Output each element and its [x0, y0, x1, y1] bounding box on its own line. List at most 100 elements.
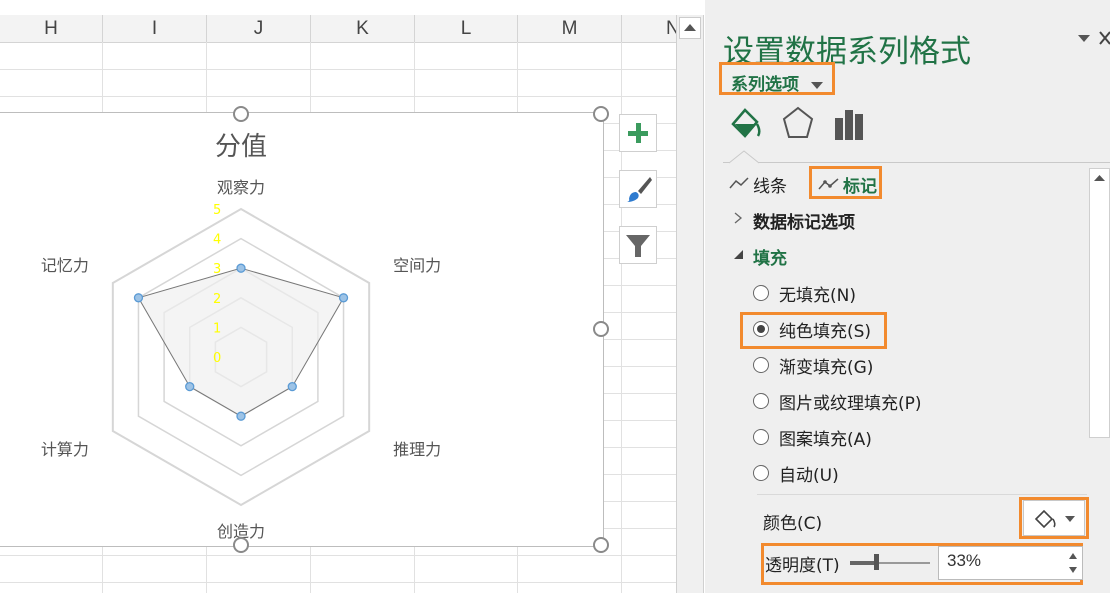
- column-header-n[interactable]: N: [622, 15, 676, 42]
- subtab-line-label: 线条: [753, 177, 787, 197]
- resize-handle-right[interactable]: [593, 321, 609, 337]
- series-options-dropdown[interactable]: 系列选项: [719, 62, 835, 95]
- fill-option-picture[interactable]: 图片或纹理填充(P): [753, 388, 993, 414]
- fill-option-label: 图片或纹理填充(P): [779, 394, 922, 414]
- pane-scrollbar[interactable]: [1089, 168, 1110, 438]
- radar-data-point: [236, 263, 246, 273]
- fill-option-none[interactable]: 无填充(N): [753, 280, 953, 306]
- fill-option-auto[interactable]: 自动(U): [753, 460, 953, 486]
- transparency-value: 33%: [947, 551, 982, 570]
- resize-handle-top-right[interactable]: [593, 106, 609, 122]
- radar-series-area: [137, 267, 345, 417]
- radio-button[interactable]: [753, 465, 769, 481]
- chart-filters-button[interactable]: [619, 226, 657, 264]
- paintbrush-icon: [627, 177, 652, 202]
- radio-button-selected[interactable]: [753, 321, 769, 337]
- fill-option-solid[interactable]: 纯色填充(S): [753, 316, 953, 342]
- fill-option-label: 渐变填充(G): [779, 358, 874, 378]
- transparency-slider-fill: [850, 561, 877, 565]
- plus-icon: [628, 123, 648, 143]
- chevron-down-icon: [810, 81, 823, 89]
- radar-data-point: [133, 293, 144, 303]
- column-header-i[interactable]: I: [103, 15, 207, 42]
- chart-title[interactable]: 分值: [215, 132, 267, 162]
- pentagon-icon: [782, 106, 814, 138]
- column-header-k[interactable]: K: [311, 15, 415, 42]
- column-header-l[interactable]: L: [415, 15, 518, 42]
- tab-series-options[interactable]: [833, 104, 867, 142]
- series-options-label: 系列选项: [731, 70, 823, 95]
- column-header-h[interactable]: H: [0, 15, 103, 42]
- filter-icon: [626, 235, 650, 257]
- worksheet[interactable]: H I J K L M N 分值 012345 观察力 空间力 推理力 创造力 计算力记…: [0, 0, 676, 593]
- transparency-input[interactable]: 33%: [938, 546, 1083, 580]
- radar-tick-label: 4: [213, 233, 221, 248]
- radar-series: [133, 263, 349, 421]
- section-marker-options-label: 数据标记选项: [753, 213, 855, 233]
- active-tab-pointer: [729, 150, 759, 164]
- chart-styles-button[interactable]: [619, 170, 657, 208]
- resize-handle-top[interactable]: [233, 106, 249, 122]
- radar-tick-label: 2: [213, 292, 221, 307]
- transparency-label: 透明度(T): [765, 556, 840, 576]
- fill-option-gradient[interactable]: 渐变填充(G): [753, 352, 953, 378]
- subtab-marker[interactable]: 标记: [809, 166, 882, 199]
- section-divider: [757, 494, 1087, 495]
- chevron-down-icon: [1065, 516, 1075, 522]
- radar-axis-label: 观察力: [217, 178, 265, 197]
- sheet-vertical-scrollbar[interactable]: [676, 15, 704, 593]
- tab-divider: [723, 162, 1110, 163]
- column-header-row: H I J K L M N: [0, 15, 676, 43]
- radar-chart-plot: 分值 012345 观察力空间力推理力创造力计算力记忆力: [41, 132, 441, 541]
- close-icon[interactable]: [1098, 30, 1110, 46]
- transparency-slider-thumb[interactable]: [874, 554, 880, 570]
- radar-axis-label: 记忆力: [41, 256, 89, 275]
- radio-button[interactable]: [753, 285, 769, 301]
- radar-axis-label: 计算力: [41, 440, 89, 459]
- radar-data-point: [236, 411, 246, 421]
- marker-line-icon: [818, 178, 839, 190]
- section-fill[interactable]: 填充: [733, 243, 933, 269]
- tab-fill-line[interactable]: [727, 104, 761, 142]
- radar-data-point: [185, 381, 195, 392]
- radar-chart[interactable]: 分值 012345 观察力 空间力 推理力 创造力 计算力 记忆力: [0, 112, 604, 547]
- bar-chart-icon: [835, 110, 863, 140]
- color-picker-button[interactable]: [1023, 500, 1085, 536]
- spinner-icon[interactable]: [1067, 550, 1079, 576]
- triangle-up-icon: [1094, 175, 1105, 181]
- section-fill-label: 填充: [753, 249, 787, 269]
- paint-bucket-icon: [1034, 509, 1056, 529]
- triangle-up-icon: [684, 24, 696, 31]
- format-data-series-pane: 设置数据系列格式 系列选项 线条 标记 数据标记选项 填充 无填充(N) 纯色填…: [705, 0, 1110, 593]
- radar-data-point: [287, 381, 297, 392]
- radar-data-point: [338, 293, 349, 303]
- expand-arrow-icon: [734, 212, 743, 224]
- radio-button[interactable]: [753, 429, 769, 445]
- radar-tick-label: 1: [213, 321, 221, 336]
- resize-handle-bottom[interactable]: [233, 537, 249, 553]
- fill-option-label: 纯色填充(S): [779, 322, 872, 342]
- fill-option-pattern[interactable]: 图案填充(A): [753, 424, 953, 450]
- radar-tick-label: 5: [213, 203, 221, 218]
- subtab-marker-label: 标记: [843, 177, 877, 197]
- radio-button[interactable]: [753, 393, 769, 409]
- fill-option-label: 自动(U): [779, 466, 839, 486]
- tab-effects[interactable]: [781, 104, 815, 142]
- radar-axis-label: 空间力: [393, 256, 441, 275]
- line-icon: [729, 177, 749, 189]
- color-label: 颜色(C): [763, 514, 823, 534]
- column-header-m[interactable]: M: [518, 15, 622, 42]
- pane-options-dropdown-icon[interactable]: [1076, 32, 1092, 44]
- radar-axis-label: 推理力: [393, 440, 441, 459]
- chart-elements-button[interactable]: [619, 114, 657, 152]
- radio-button[interactable]: [753, 357, 769, 373]
- column-header-j[interactable]: J: [207, 15, 311, 42]
- fill-option-label: 无填充(N): [779, 286, 856, 306]
- radar-tick-label: 3: [213, 262, 221, 277]
- fill-option-label: 图案填充(A): [779, 430, 872, 450]
- collapse-arrow-icon: [734, 250, 743, 259]
- resize-handle-bottom-right[interactable]: [593, 537, 609, 553]
- radar-tick-label: 0: [213, 351, 221, 366]
- section-marker-options[interactable]: 数据标记选项: [733, 207, 933, 233]
- scroll-up-button[interactable]: [679, 17, 701, 39]
